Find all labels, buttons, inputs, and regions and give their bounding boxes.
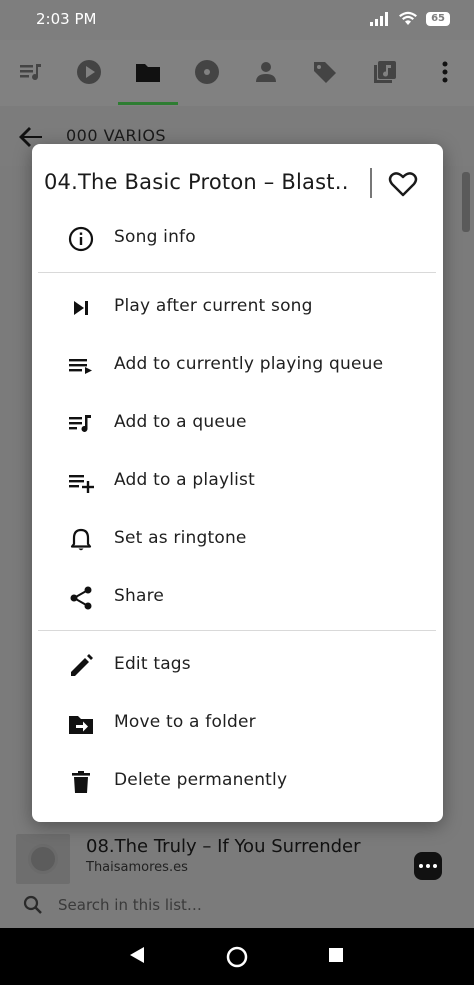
menu-item-label: Add to a queue [114, 412, 247, 432]
status-time: 2:03 PM [36, 10, 97, 28]
playlist-add-icon [69, 475, 94, 493]
info-icon [68, 226, 94, 252]
tab-bar [0, 40, 474, 106]
mini-player[interactable]: 08.The Truly – If You Surrender Thaisamo… [0, 826, 474, 886]
menu-item-move-to-folder[interactable]: Move to a folder [32, 694, 443, 752]
tab-genres-icon[interactable] [311, 58, 339, 86]
menu-item-label: Set as ringtone [114, 528, 247, 548]
search-placeholder: Search in this list… [58, 896, 202, 914]
add-queue-icon [69, 359, 92, 374]
menu-item-set-ringtone[interactable]: Set as ringtone [32, 510, 443, 568]
scrollbar-thumb[interactable] [462, 172, 470, 232]
search-icon [23, 895, 42, 914]
nav-home-icon[interactable] [226, 946, 248, 968]
menu-item-label: Edit tags [114, 654, 191, 674]
status-bar: 2:03 PM 65 [0, 0, 474, 40]
menu-item-label: Share [114, 586, 165, 606]
menu-item-share[interactable]: Share [32, 568, 443, 626]
menu-divider [38, 272, 436, 273]
heart-icon[interactable] [388, 170, 418, 198]
mini-play-icon[interactable] [28, 844, 58, 874]
album-art [16, 834, 70, 884]
nav-recents-icon[interactable] [328, 946, 344, 964]
menu-item-label: Play after current song [114, 296, 313, 316]
menu-item-add-to-playlist[interactable]: Add to a playlist [32, 452, 443, 510]
signal-icon [370, 11, 389, 26]
dialog-song-title: 04.The Basic Proton – Blast‥ [44, 170, 349, 194]
pencil-icon [71, 654, 93, 676]
tab-queue-icon[interactable] [17, 58, 45, 86]
share-icon [70, 586, 92, 610]
menu-item-add-current-queue[interactable]: Add to currently playing queue [32, 336, 443, 394]
folder-title: 000 VARIOS [66, 126, 167, 145]
menu-item-add-to-queue[interactable]: Add to a queue [32, 394, 443, 452]
menu-divider [38, 630, 436, 631]
menu-item-label: Add to currently playing queue [114, 354, 384, 374]
menu-item-delete-permanently[interactable]: Delete permanently [32, 752, 443, 810]
tab-playlists-icon[interactable] [371, 58, 399, 86]
menu-item-label: Song info [114, 227, 196, 247]
play-next-icon [74, 301, 88, 315]
menu-item-label: Move to a folder [114, 712, 256, 732]
menu-item-edit-tags[interactable]: Edit tags [32, 636, 443, 694]
menu-item-song-info[interactable]: Song info [32, 209, 443, 267]
bell-icon [70, 528, 92, 551]
menu-item-label: Delete permanently [114, 770, 288, 790]
tab-folders-icon[interactable] [134, 58, 162, 86]
song-options-dialog: 04.The Basic Proton – Blast‥ Song info P… [32, 144, 443, 822]
active-tab-indicator [118, 102, 178, 105]
menu-item-play-after-current[interactable]: Play after current song [32, 278, 443, 336]
search-bar[interactable]: Search in this list… [0, 886, 474, 928]
queue-music-icon [69, 415, 91, 432]
system-nav-bar [0, 928, 474, 985]
wifi-icon [399, 11, 418, 25]
tab-artists-icon[interactable] [252, 58, 280, 86]
tab-albums-icon[interactable] [193, 58, 221, 86]
move-folder-icon [69, 716, 93, 734]
battery-indicator: 65 [426, 11, 450, 26]
more-options-icon[interactable] [414, 852, 442, 880]
nav-back-icon[interactable] [129, 946, 145, 964]
overflow-menu-icon[interactable] [431, 58, 459, 86]
trash-icon [72, 771, 90, 793]
mini-player-artist: Thaisamores.es [86, 860, 188, 875]
header-divider [370, 168, 372, 198]
menu-item-label: Add to a playlist [114, 470, 255, 490]
tab-player-icon[interactable] [75, 58, 103, 86]
mini-player-song-title: 08.The Truly – If You Surrender [86, 836, 361, 857]
